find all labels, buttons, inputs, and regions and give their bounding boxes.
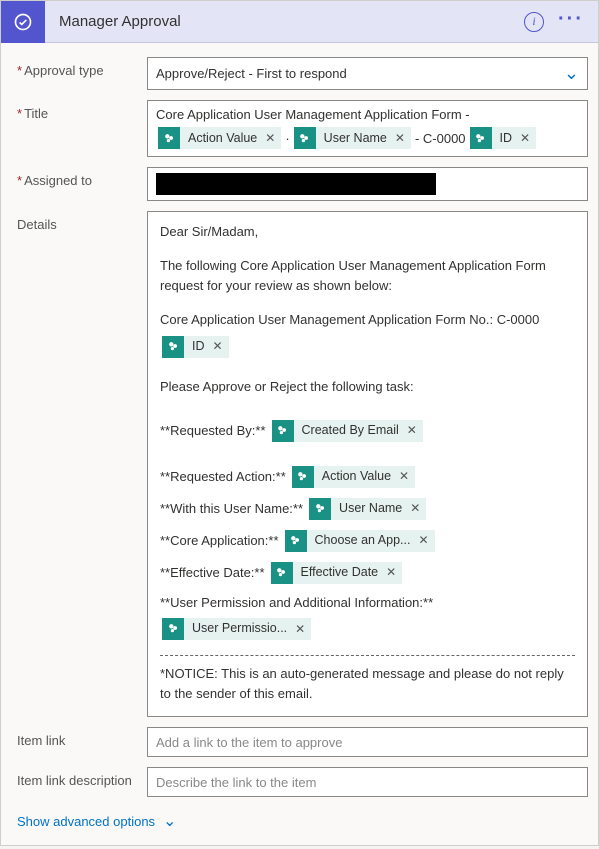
label-item-link: Item link — [17, 727, 147, 757]
token-action-value[interactable]: Action Value ✕ — [158, 127, 281, 149]
more-menu-icon[interactable]: ··· — [558, 9, 584, 35]
details-input[interactable]: Dear Sir/Madam, The following Core Appli… — [147, 211, 588, 717]
token-id[interactable]: ID ✕ — [162, 336, 229, 358]
token-effective-date[interactable]: Effective Date ✕ — [271, 562, 403, 584]
show-advanced-options[interactable]: Show advanced options ⌄ — [17, 807, 176, 833]
token-user-name[interactable]: User Name ✕ — [294, 127, 411, 149]
details-notice: *NOTICE: This is an auto-generated messa… — [160, 664, 575, 704]
assigned-to-input[interactable] — [147, 167, 588, 201]
title-input[interactable]: Core Application User Management Applica… — [147, 100, 588, 157]
sharepoint-icon — [285, 530, 307, 552]
token-remove-icon[interactable]: ✕ — [416, 531, 434, 550]
action-card: Manager Approval i ··· *Approval type Ap… — [0, 0, 599, 846]
title-mid-text: - C-0000 — [415, 131, 466, 146]
details-with-user-label: **With this User Name:** — [160, 499, 303, 519]
label-assigned-to: *Assigned to — [17, 167, 147, 201]
details-userperm-label: **User Permission and Additional Informa… — [160, 593, 433, 613]
info-icon[interactable]: i — [524, 12, 544, 32]
token-remove-icon[interactable]: ✕ — [397, 467, 415, 486]
sharepoint-icon — [271, 562, 293, 584]
details-intro: The following Core Application User Mana… — [160, 256, 575, 296]
item-link-placeholder: Add a link to the item to approve — [156, 735, 342, 750]
sharepoint-icon — [162, 618, 184, 640]
item-link-desc-input[interactable]: Describe the link to the item — [147, 767, 588, 797]
token-remove-icon[interactable]: ✕ — [408, 499, 426, 518]
token-choose-app[interactable]: Choose an App... ✕ — [285, 530, 435, 552]
divider — [160, 655, 575, 656]
label-approval-type: *Approval type — [17, 57, 147, 90]
sharepoint-icon — [309, 498, 331, 520]
details-coreapp-label: **Core Application:** — [160, 531, 279, 551]
chevron-down-icon: ⌄ — [163, 811, 176, 831]
sharepoint-icon — [470, 127, 492, 149]
details-effdate-label: **Effective Date:** — [160, 563, 265, 583]
row-title: *Title Core Application User Management … — [17, 100, 588, 157]
label-title: *Title — [17, 100, 147, 157]
details-instr: Please Approve or Reject the following t… — [160, 377, 575, 397]
label-item-link-desc: Item link description — [17, 767, 147, 797]
details-formno: Core Application User Management Applica… — [160, 310, 575, 330]
token-remove-icon[interactable]: ✕ — [211, 337, 229, 356]
row-item-link-desc: Item link description Describe the link … — [17, 767, 588, 797]
token-remove-icon[interactable]: ✕ — [293, 620, 311, 639]
details-req-action-label: **Requested Action:** — [160, 467, 286, 487]
approval-type-value: Approve/Reject - First to respond — [156, 66, 347, 81]
header-actions: i ··· — [524, 9, 598, 35]
sharepoint-icon — [292, 466, 314, 488]
sharepoint-icon — [158, 127, 180, 149]
row-approval-type: *Approval type Approve/Reject - First to… — [17, 57, 588, 90]
label-details: Details — [17, 211, 147, 717]
item-link-desc-placeholder: Describe the link to the item — [156, 775, 316, 790]
details-greeting: Dear Sir/Madam, — [160, 222, 575, 242]
sharepoint-icon — [162, 336, 184, 358]
sharepoint-icon — [272, 420, 294, 442]
token-created-by-email[interactable]: Created By Email ✕ — [272, 420, 423, 442]
token-remove-icon[interactable]: ✕ — [405, 421, 423, 440]
token-remove-icon[interactable]: ✕ — [393, 131, 411, 145]
row-assigned-to: *Assigned to — [17, 167, 588, 201]
row-item-link: Item link Add a link to the item to appr… — [17, 727, 588, 757]
token-action-value[interactable]: Action Value ✕ — [292, 466, 415, 488]
approval-type-select[interactable]: Approve/Reject - First to respond ⌄ — [147, 57, 588, 90]
token-remove-icon[interactable]: ✕ — [263, 131, 281, 145]
title-prefix-text: Core Application User Management Applica… — [156, 107, 579, 122]
row-details: Details Dear Sir/Madam, The following Co… — [17, 211, 588, 717]
details-req-by-label: **Requested By:** — [160, 421, 266, 441]
chevron-down-icon: ⌄ — [564, 63, 579, 84]
token-user-name[interactable]: User Name ✕ — [309, 498, 426, 520]
card-body: *Approval type Approve/Reject - First to… — [1, 43, 598, 845]
token-remove-icon[interactable]: ✕ — [518, 131, 536, 145]
token-user-permission[interactable]: User Permissio... ✕ — [162, 618, 311, 640]
token-remove-icon[interactable]: ✕ — [384, 563, 402, 582]
redacted-value — [156, 173, 436, 195]
token-id[interactable]: ID ✕ — [470, 127, 537, 149]
item-link-input[interactable]: Add a link to the item to approve — [147, 727, 588, 757]
card-title[interactable]: Manager Approval — [45, 13, 524, 30]
card-header: Manager Approval i ··· — [1, 1, 598, 43]
sharepoint-icon — [294, 127, 316, 149]
approval-icon — [1, 1, 45, 43]
